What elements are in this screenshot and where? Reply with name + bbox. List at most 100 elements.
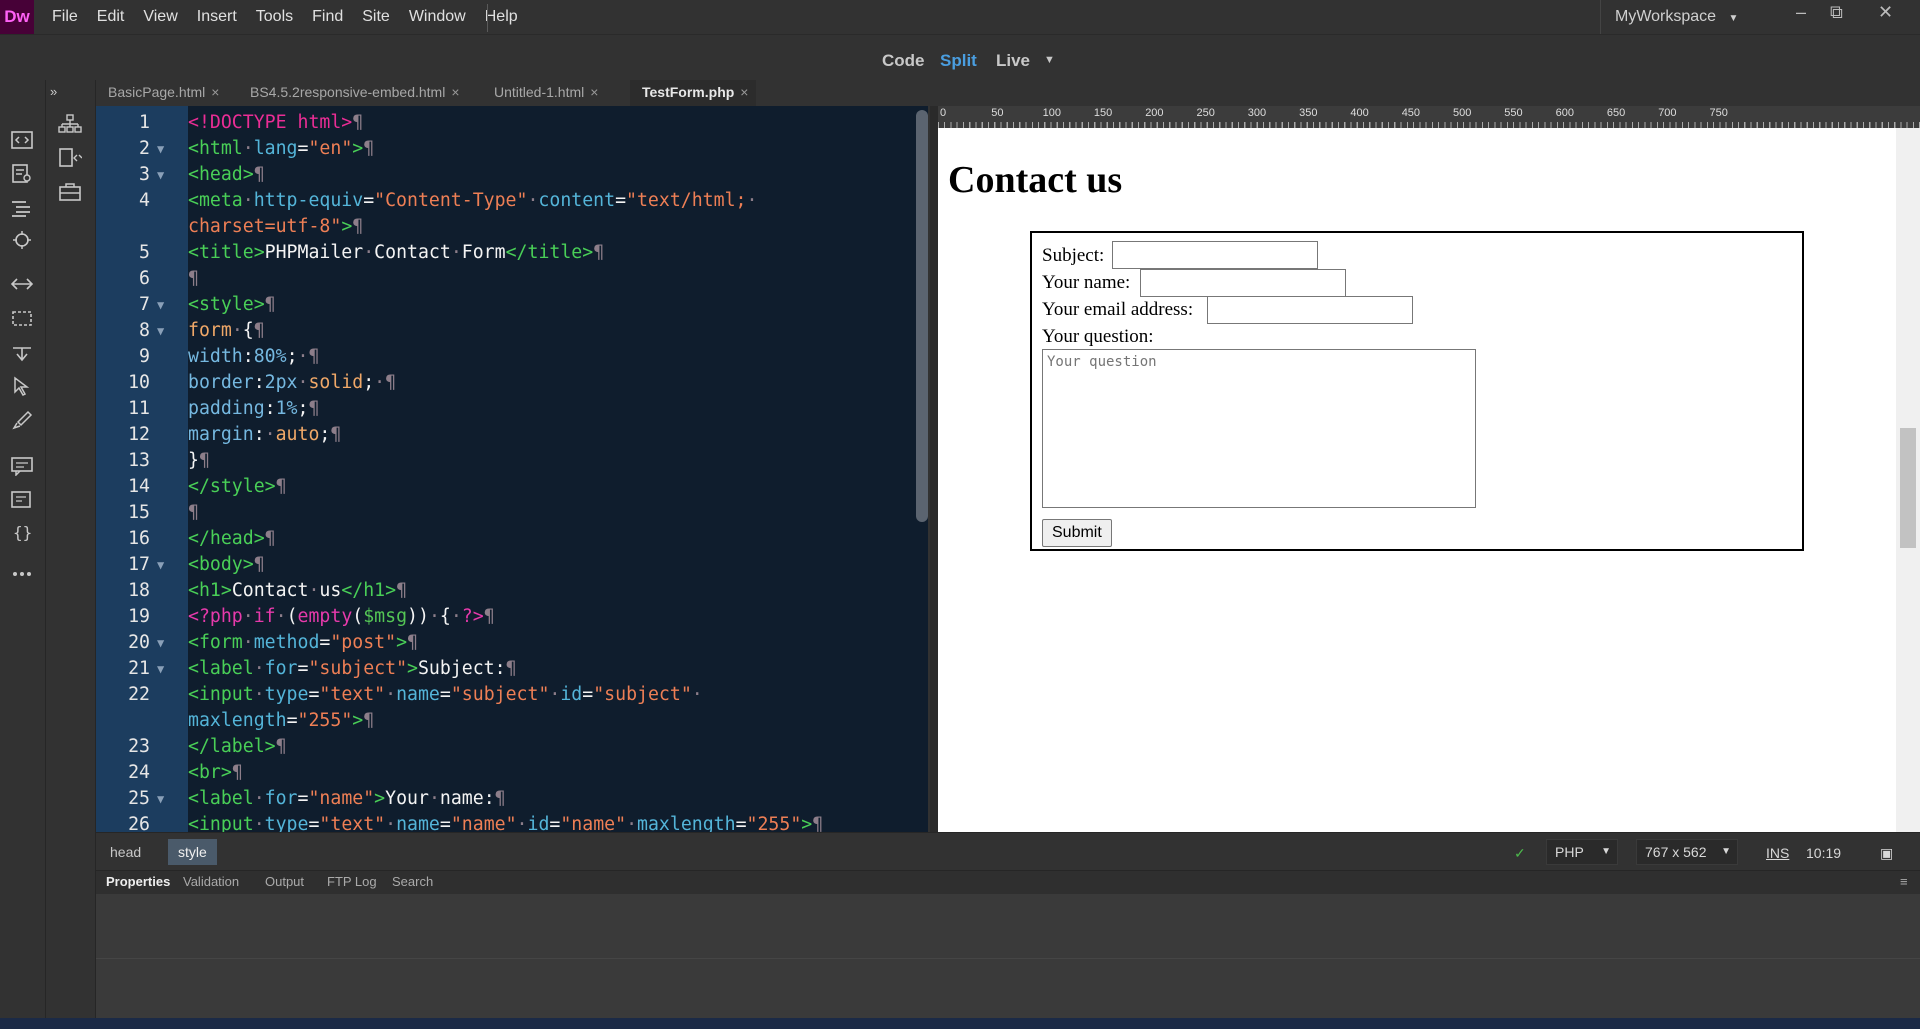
code-line[interactable]: 3 ▼ <head>¶	[96, 162, 918, 188]
code-line[interactable]: 26 <input·type="text"·name="name"·id="nam…	[96, 812, 918, 832]
more-icon[interactable]	[10, 564, 34, 584]
code-line[interactable]: 21 ▼ <label·for="subject">Subject:¶	[96, 656, 918, 682]
menu-view[interactable]: View	[143, 0, 177, 34]
fold-toggle-icon[interactable]: ▼	[157, 318, 164, 344]
code-line[interactable]: 19 <?php·if·(empty($msg))·{·?>¶	[96, 604, 918, 630]
close-icon[interactable]: ×	[211, 84, 219, 100]
scrollbar-thumb[interactable]	[1900, 428, 1916, 548]
code-line[interactable]: 20 ▼ <form·method="post">¶	[96, 630, 918, 656]
tag-selector-style[interactable]: style	[168, 839, 217, 865]
tab-validation[interactable]: Validation	[183, 874, 239, 889]
menu-edit[interactable]: Edit	[97, 0, 125, 34]
dom-list-icon[interactable]	[10, 198, 34, 218]
code-view-icon[interactable]	[10, 130, 34, 150]
design-scrollbar[interactable]	[1896, 128, 1920, 832]
site-tree-icon[interactable]	[58, 114, 82, 134]
pointer-icon[interactable]	[10, 376, 34, 396]
close-button[interactable]: ✕	[1878, 0, 1893, 30]
code-line[interactable]: 2 ▼ <html·lang="en">¶	[96, 136, 918, 162]
brush-icon[interactable]	[10, 410, 34, 430]
snippet-icon[interactable]	[10, 490, 34, 510]
scrollbar-thumb[interactable]	[916, 110, 928, 522]
fold-toggle-icon[interactable]: ▼	[157, 630, 164, 656]
preview-device-icon[interactable]: ▣	[1880, 841, 1893, 865]
code-line[interactable]: 5 <title>PHPMailer·Contact·Form</title>¶	[96, 240, 918, 266]
tab-basicpage[interactable]: BasicPage.html ×	[96, 80, 232, 106]
tag-selector-head[interactable]: head	[100, 839, 151, 865]
briefcase-icon[interactable]	[58, 182, 82, 202]
code-line[interactable]: maxlength="255">¶	[96, 708, 918, 734]
menu-file[interactable]: File	[52, 0, 78, 34]
tab-properties[interactable]: Properties	[106, 874, 170, 889]
menu-insert[interactable]: Insert	[197, 0, 237, 34]
tab-search[interactable]: Search	[392, 874, 433, 889]
window-size-select[interactable]: 767 x 562 ▼	[1636, 839, 1738, 865]
comment-icon[interactable]	[10, 456, 34, 477]
document-type-select[interactable]: PHP ▼	[1546, 839, 1618, 865]
select-region-icon[interactable]	[10, 308, 34, 328]
fold-toggle-icon[interactable]: ▼	[157, 656, 164, 682]
code-line[interactable]: 23 </label>¶	[96, 734, 918, 760]
code-line[interactable]: 12 margin:·auto;¶	[96, 422, 918, 448]
tab-bs4-responsive-embed[interactable]: BS4.5.2responsive-embed.html ×	[238, 80, 468, 106]
code-line[interactable]: 13}¶	[96, 448, 918, 474]
name-input[interactable]	[1140, 269, 1346, 297]
fold-toggle-icon[interactable]: ▼	[157, 162, 164, 188]
code-scrollbar[interactable]	[914, 106, 928, 832]
live-view-button[interactable]: Live	[996, 51, 1030, 71]
tab-untitled-1[interactable]: Untitled-1.html ×	[482, 80, 618, 106]
subject-input[interactable]	[1112, 241, 1318, 269]
fold-toggle-icon[interactable]: ▼	[157, 552, 164, 578]
code-line[interactable]: 16 </head>¶	[96, 526, 918, 552]
code-line[interactable]: 9 width:80%;·¶	[96, 344, 918, 370]
code-line[interactable]: 18 <h1>Contact·us</h1>¶	[96, 578, 918, 604]
code-line[interactable]: 24 <br>¶	[96, 760, 918, 786]
question-textarea[interactable]: Your question	[1042, 349, 1476, 508]
tab-testform[interactable]: TestForm.php ×	[630, 80, 756, 106]
fold-toggle-icon[interactable]: ▼	[157, 292, 164, 318]
menu-site[interactable]: Site	[362, 0, 390, 34]
menu-window[interactable]: Window	[409, 0, 466, 34]
panel-menu-icon[interactable]: ≡	[1900, 874, 1908, 889]
file-code-icon[interactable]	[58, 148, 83, 168]
insert-mode[interactable]: INS	[1766, 841, 1789, 865]
menu-help[interactable]: Help	[485, 0, 518, 34]
expand-icon[interactable]	[10, 274, 34, 294]
expand-panels-icon[interactable]: »	[50, 84, 57, 99]
code-line[interactable]: 7 ▼ <style>¶	[96, 292, 918, 318]
code-line[interactable]: 10 border:2px·solid;·¶	[96, 370, 918, 396]
email-input[interactable]	[1207, 296, 1413, 324]
code-editor[interactable]: 1 <!DOCTYPE html>¶ 2 ▼ <html·lang="en">¶ 3 ▼ <h…	[96, 106, 918, 832]
target-icon[interactable]	[10, 230, 34, 250]
code-line[interactable]: 15 ¶	[96, 500, 918, 526]
menu-find[interactable]: Find	[312, 0, 343, 34]
code-line[interactable]: 11 padding:1%;¶	[96, 396, 918, 422]
code-view-button[interactable]: Code	[882, 51, 925, 71]
code-line[interactable]: 6 ¶	[96, 266, 918, 292]
live-options-chevron-icon[interactable]: ▼	[1044, 54, 1055, 66]
close-icon[interactable]: ×	[740, 84, 748, 100]
restore-button[interactable]: ⧉	[1830, 0, 1843, 30]
close-icon[interactable]: ×	[590, 84, 598, 100]
code-line[interactable]: 22 <input·type="text"·name="subject"·id="…	[96, 682, 918, 708]
split-view-button[interactable]: Split	[940, 51, 977, 71]
code-line[interactable]: 4 <meta·http-equiv="Content-Type"·content…	[96, 188, 918, 214]
tab-output[interactable]: Output	[265, 874, 304, 889]
trim-icon[interactable]	[10, 342, 34, 362]
workspace-switcher[interactable]: MyWorkspace ▼	[1615, 0, 1738, 34]
code-line[interactable]: 25 ▼ <label·for="name">Your·name:¶	[96, 786, 918, 812]
tab-ftp-log[interactable]: FTP Log	[327, 874, 377, 889]
fold-toggle-icon[interactable]: ▼	[157, 786, 164, 812]
code-line[interactable]: 17 ▼ <body>¶	[96, 552, 918, 578]
code-line[interactable]: 14 </style>¶	[96, 474, 918, 500]
split-divider[interactable]	[930, 106, 938, 832]
close-icon[interactable]: ×	[451, 84, 459, 100]
submit-button[interactable]: Submit	[1042, 519, 1112, 547]
minimize-button[interactable]: –	[1796, 0, 1806, 30]
fold-toggle-icon[interactable]: ▼	[157, 136, 164, 162]
braces-icon[interactable]: {}	[10, 522, 34, 542]
menu-tools[interactable]: Tools	[256, 0, 293, 34]
code-line[interactable]: charset=utf-8">¶	[96, 214, 918, 240]
code-line[interactable]: 1 <!DOCTYPE html>¶	[96, 110, 918, 136]
file-search-icon[interactable]	[10, 164, 34, 184]
